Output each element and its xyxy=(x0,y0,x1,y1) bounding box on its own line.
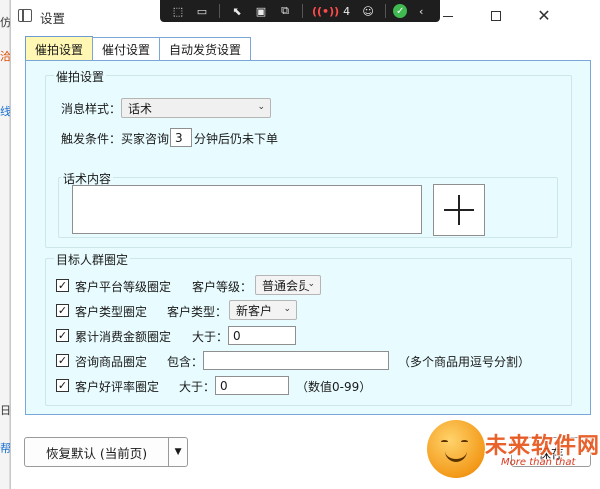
maximize-button[interactable] xyxy=(473,2,519,30)
platform-level-checkbox[interactable]: ✓ xyxy=(56,279,69,292)
customer-type-label: 客户类型： xyxy=(167,305,228,319)
total-spend-checkbox[interactable]: ✓ xyxy=(56,329,69,342)
logo-eye xyxy=(461,440,468,443)
customer-type-filter-label: 客户类型圈定 xyxy=(75,305,148,319)
consulted-product-filter-label: 咨询商品圈定 xyxy=(75,355,148,369)
platform-level-label: 客户平台等级圈定 xyxy=(75,280,172,294)
trigger-prefix-label: 触发条件：买家咨询 xyxy=(61,132,170,146)
consulted-product-hint: （多个商品用逗号分割） xyxy=(398,355,531,369)
record-count: 4 xyxy=(343,4,351,18)
check-icon[interactable]: ✓ xyxy=(393,4,408,18)
positive-rate-hint: （数值0-99） xyxy=(296,380,372,394)
trigger-suffix-label: 分钟后仍未下单 xyxy=(194,132,279,146)
tab-panel: 催拍设置 消息样式： 话术 ⌄ 触发条件：买家咨询 3 分钟后仍未下单 话术内容… xyxy=(25,60,591,415)
toolbar-divider xyxy=(385,4,387,18)
positive-rate-value: 0 xyxy=(220,378,228,393)
customer-type-value: 新客户 xyxy=(236,303,273,318)
consulted-product-contains-label: 包含： xyxy=(167,355,204,369)
reset-default-button[interactable]: 恢复默认 (当前页) xyxy=(25,438,170,466)
tab-payment-settings[interactable]: 催付设置 xyxy=(92,37,161,61)
reminder-settings-group: 催拍设置 消息样式： 话术 ⌄ 触发条件：买家咨询 3 分钟后仍未下单 话术内容 xyxy=(45,68,572,248)
fullscreen-capture-icon[interactable]: ⧉ xyxy=(275,3,295,19)
maximize-icon xyxy=(491,11,501,21)
customer-level-select[interactable]: 普通会员 ⌄ xyxy=(255,275,321,295)
total-spend-value: 0 xyxy=(233,328,241,343)
region-select-icon[interactable]: ⬚ xyxy=(168,3,188,19)
trigger-minutes-value: 3 xyxy=(175,130,183,145)
background-app-edge: 仿 洽 线 日 帮 xyxy=(0,0,11,489)
logo-eye xyxy=(441,440,448,443)
chevron-down-icon: ⌄ xyxy=(305,279,315,289)
smiley-logo-icon xyxy=(427,420,485,478)
reset-default-split-button: 恢复默认 (当前页) ▼ xyxy=(24,437,188,467)
tab-auto-delivery-settings[interactable]: 自动发货设置 xyxy=(159,37,252,61)
record-icon[interactable]: ((•)) xyxy=(310,3,341,19)
window-capture-icon[interactable]: ▣ xyxy=(251,3,271,19)
positive-rate-greater-label: 大于： xyxy=(179,380,216,394)
group-title: 催拍设置 xyxy=(54,68,107,85)
window-title: 设置 xyxy=(40,11,66,26)
accessibility-icon[interactable]: ☺ xyxy=(358,3,378,19)
customer-level-label: 客户等级： xyxy=(192,280,253,294)
pointer-icon[interactable]: ⬉ xyxy=(227,3,247,19)
total-spend-filter-label: 累计消费金额圈定 xyxy=(75,330,172,344)
toolbar-divider xyxy=(219,4,220,18)
trigger-minutes-input[interactable]: 3 xyxy=(170,128,192,147)
customer-level-value: 普通会员 xyxy=(262,278,311,293)
close-icon: ✕ xyxy=(537,6,551,25)
chevron-left-icon[interactable]: ‹ xyxy=(411,3,431,19)
consulted-product-checkbox[interactable]: ✓ xyxy=(56,354,69,367)
message-style-value: 话术 xyxy=(128,101,153,116)
add-script-button[interactable] xyxy=(433,184,485,236)
tab-reminder-settings[interactable]: 催拍设置 xyxy=(25,36,94,61)
chevron-down-icon: ⌄ xyxy=(283,304,291,314)
positive-rate-input[interactable]: 0 xyxy=(215,376,289,395)
settings-window: 设置 ✕ 催拍设置 催付设置 自动发货设置 催拍设置 消息样式： 话术 ⌄ 触发… xyxy=(10,0,600,489)
target-audience-group: 目标人群圈定 ✓ 客户平台等级圈定 客户等级： 普通会员 ⌄ ✓ 客户类型圈定 … xyxy=(45,251,572,406)
total-spend-input[interactable]: 0 xyxy=(228,326,296,345)
close-button[interactable]: ✕ xyxy=(521,2,567,30)
minimize-icon xyxy=(443,15,453,17)
reset-dropdown-button[interactable]: ▼ xyxy=(169,438,187,466)
script-content-textarea[interactable] xyxy=(72,185,422,234)
recorder-toolbar: ⬚ ▭ ⬉ ▣ ⧉ ((•)) 4 ☺ ✓ ‹ xyxy=(160,0,440,22)
consulted-product-input[interactable] xyxy=(203,351,389,370)
positive-rate-checkbox[interactable]: ✓ xyxy=(56,379,69,392)
watermark-text: 未来软件网 xyxy=(485,433,600,459)
tab-strip: 催拍设置 催付设置 自动发货设置 xyxy=(25,36,252,61)
triangle-down-icon: ▼ xyxy=(174,447,182,457)
site-watermark: 未来软件网 More than that xyxy=(427,420,600,486)
camera-icon[interactable]: ▭ xyxy=(192,3,212,19)
logo-mouth xyxy=(445,451,467,462)
toolbar-divider xyxy=(302,4,303,18)
window-app-icon xyxy=(18,9,32,22)
positive-rate-filter-label: 客户好评率圈定 xyxy=(75,380,160,394)
chevron-down-icon: ⌄ xyxy=(257,102,265,112)
group-title: 目标人群圈定 xyxy=(54,251,131,268)
total-spend-greater-label: 大于： xyxy=(192,330,229,344)
customer-type-checkbox[interactable]: ✓ xyxy=(56,304,69,317)
message-style-label: 消息样式： xyxy=(61,102,122,116)
watermark-subtext: More than that xyxy=(501,457,576,468)
message-style-select[interactable]: 话术 ⌄ xyxy=(121,98,271,118)
customer-type-select[interactable]: 新客户 ⌄ xyxy=(229,300,297,320)
plus-icon xyxy=(444,195,474,225)
